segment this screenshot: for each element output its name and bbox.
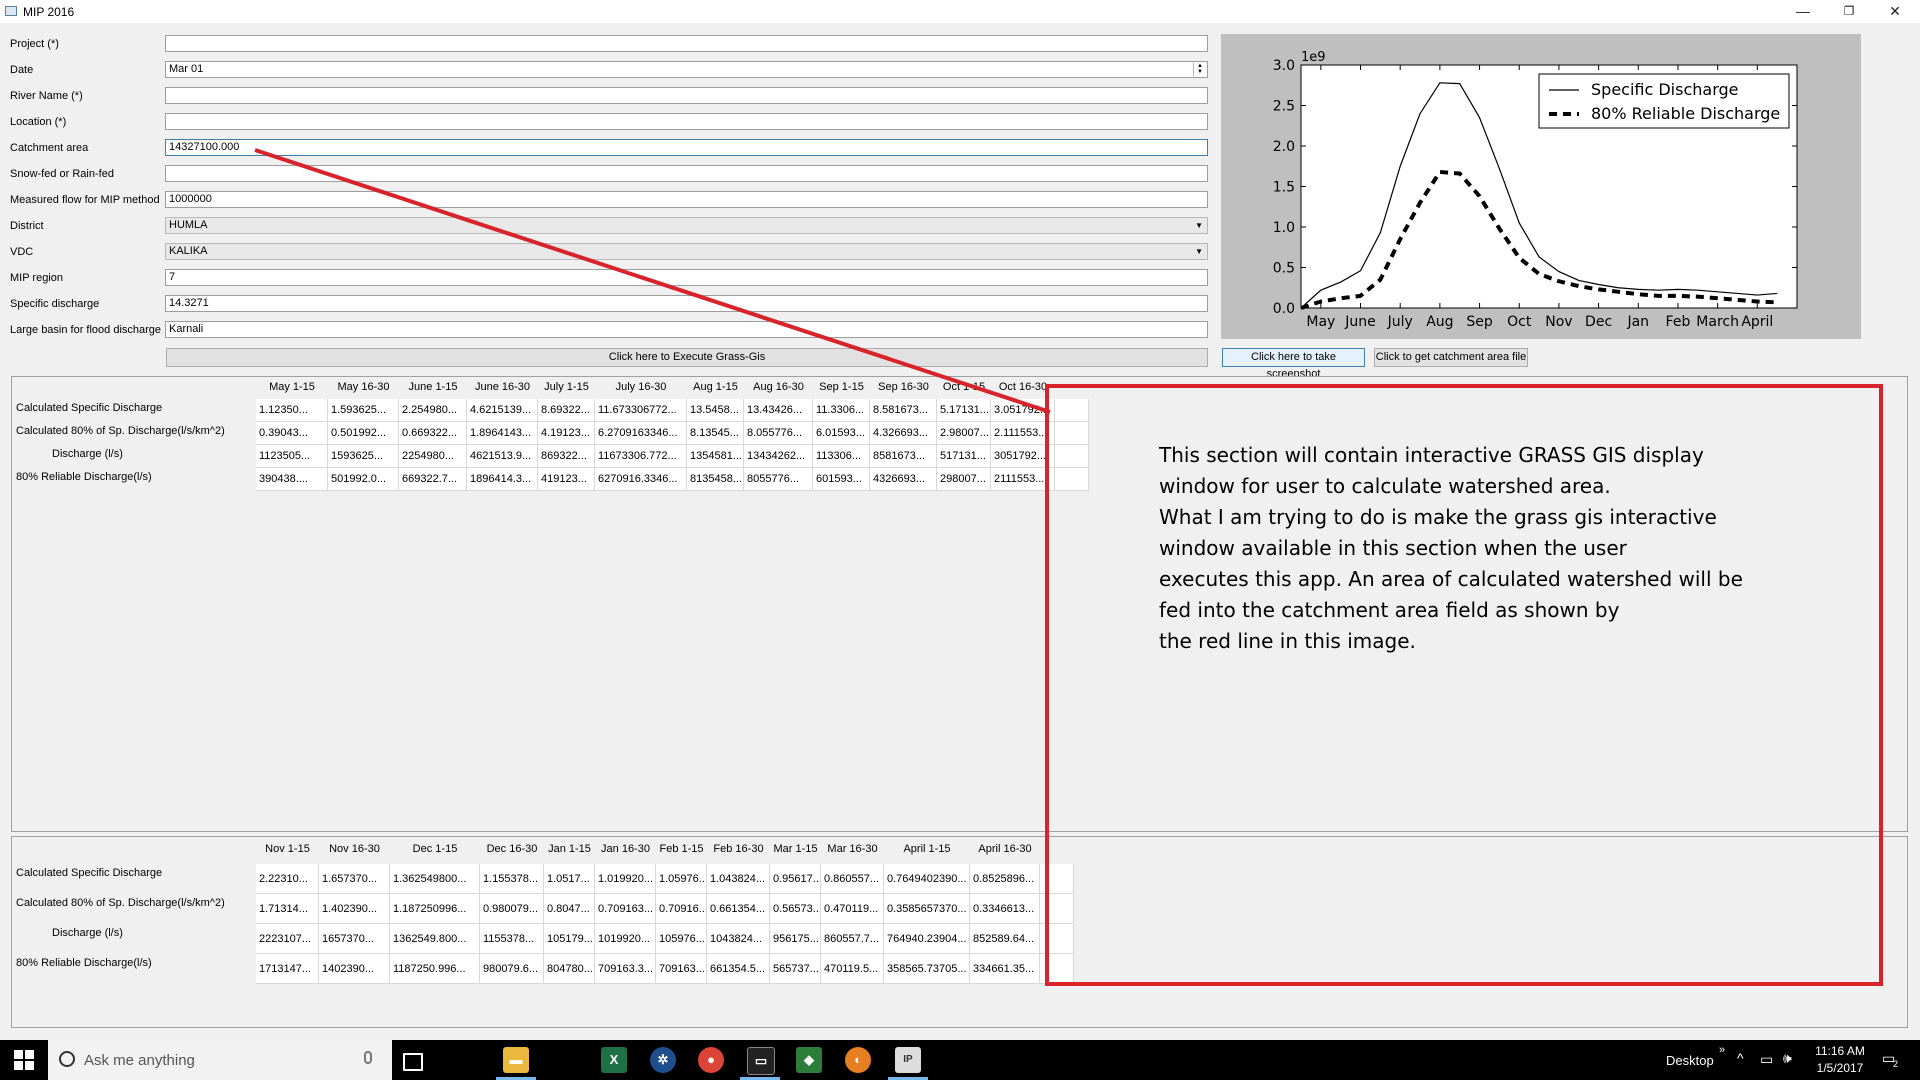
app-green-icon[interactable]: ◆: [796, 1047, 822, 1073]
cortana-search-box[interactable]: Ask me anything: [48, 1040, 392, 1080]
annotation-text-line: window available in this section when th…: [1159, 536, 1627, 560]
windows-start-icon[interactable]: [14, 1050, 34, 1070]
show-hidden-icons-icon[interactable]: ^: [1737, 1050, 1744, 1066]
annotation-red-line: [254, 148, 1051, 414]
cortana-icon: [59, 1051, 75, 1067]
annotation-text-line: window for user to calculate watershed a…: [1159, 474, 1611, 498]
ipython-icon[interactable]: IP: [895, 1047, 921, 1073]
notification-count: 2: [1893, 1059, 1899, 1069]
annotation-text-line: What I am trying to do is make the grass…: [1159, 505, 1717, 529]
terminal-icon[interactable]: ▭: [747, 1047, 775, 1075]
app-orange-icon[interactable]: ◐: [845, 1047, 871, 1073]
annotation-text-line: This section will contain interactive GR…: [1159, 443, 1704, 467]
chrome-icon[interactable]: ●: [698, 1047, 724, 1073]
network-icon[interactable]: ▭: [1760, 1051, 1773, 1068]
clock-date[interactable]: 1/5/2017: [1810, 1061, 1870, 1075]
annotation-text: This section will contain interactive GR…: [1159, 440, 1859, 657]
task-view-icon[interactable]: [403, 1053, 423, 1071]
taskbar: Ask me anything ▬ X ✲ ● ▭ ◆ ◐ IP Desktop…: [0, 1040, 1920, 1080]
annotation-text-line: executes this app. An area of calculated…: [1159, 567, 1743, 591]
excel-icon[interactable]: X: [601, 1047, 627, 1073]
clock-time[interactable]: 11:16 AM: [1810, 1044, 1870, 1058]
search-placeholder: Ask me anything: [84, 1052, 195, 1069]
microphone-icon[interactable]: [364, 1051, 372, 1064]
desktop-toolbar-label[interactable]: Desktop: [1666, 1053, 1714, 1068]
annotation-text-line: fed into the catchment area field as sho…: [1159, 598, 1620, 622]
toolbar-chevron-icon[interactable]: »: [1719, 1044, 1725, 1056]
volume-icon[interactable]: 🕪: [1783, 1050, 1792, 1067]
file-explorer-icon[interactable]: ▬: [503, 1047, 529, 1073]
annotation-text-line: the red line in this image.: [1159, 629, 1416, 653]
app-blue-icon[interactable]: ✲: [650, 1047, 676, 1073]
